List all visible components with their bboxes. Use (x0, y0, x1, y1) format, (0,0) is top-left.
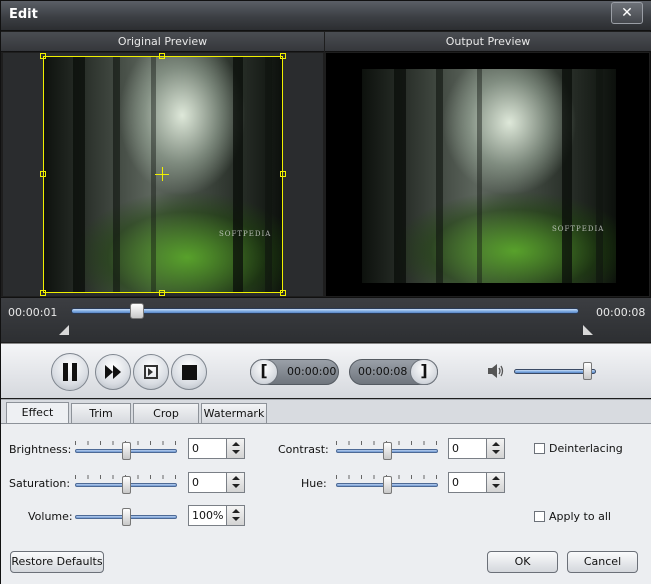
speaker-icon[interactable] (487, 363, 505, 379)
trim-start-time: 00:00:00 (287, 365, 337, 378)
crop-handle-left[interactable] (40, 171, 46, 177)
timeline-thumb[interactable] (130, 303, 144, 319)
ok-button[interactable]: OK (487, 551, 558, 573)
volume-value: 100% (192, 509, 224, 522)
step-frame-button[interactable] (133, 354, 169, 390)
brightness-stepper[interactable]: 0 (188, 438, 245, 459)
trim-end-time: 00:00:08 (358, 365, 408, 378)
saturation-slider[interactable] (75, 475, 177, 494)
output-preview-header: Output Preview (325, 32, 651, 52)
crop-handle-bottom[interactable] (159, 290, 165, 296)
saturation-value: 0 (192, 476, 199, 489)
set-start-button[interactable]: [ (250, 359, 278, 385)
brightness-knob[interactable] (122, 442, 131, 460)
edit-window: Edit ✕ Original Preview Output Preview S… (0, 0, 651, 584)
tab-watermark[interactable]: Watermark (201, 403, 267, 424)
timeline-track[interactable] (71, 308, 579, 314)
hue-stepper[interactable]: 0 (448, 472, 505, 493)
crop-handle-top-left[interactable] (40, 53, 46, 59)
trim-end-marker[interactable] (583, 325, 593, 335)
hue-knob[interactable] (383, 476, 392, 494)
close-icon: ✕ (621, 5, 633, 21)
hue-label: Hue: (301, 477, 327, 490)
pause-icon (52, 354, 88, 390)
hue-up-icon (492, 476, 500, 480)
deinterlacing-checkbox[interactable] (534, 443, 545, 454)
crop-handle-right[interactable] (280, 171, 286, 177)
fast-forward-button[interactable] (95, 354, 131, 390)
output-preview-pane: SOFTPEDIA (326, 53, 649, 296)
restore-defaults-button[interactable]: Restore Defaults (10, 551, 104, 573)
crop-handle-top[interactable] (159, 53, 165, 59)
tab-crop[interactable]: Crop (133, 403, 199, 424)
set-end-button[interactable]: ] (410, 359, 438, 385)
close-button[interactable]: ✕ (611, 2, 643, 24)
crop-handle-bottom-right[interactable] (280, 290, 286, 296)
contrast-stepper[interactable]: 0 (448, 438, 505, 459)
trim-end-time-box: 00:00:08 ] (349, 359, 438, 385)
hue-slider[interactable] (336, 475, 438, 494)
saturation-stepper[interactable]: 0 (188, 472, 245, 493)
title-bar: Edit ✕ (1, 1, 651, 31)
contrast-up-icon (492, 442, 500, 446)
volume-down-icon (232, 517, 240, 521)
timeline: 00:00:01 00:00:08 (1, 297, 651, 342)
apply-to-all-label: Apply to all (549, 510, 611, 523)
stop-icon (172, 355, 206, 389)
fast-forward-icon (96, 355, 130, 389)
crop-handle-bottom-left[interactable] (40, 290, 46, 296)
saturation-label: Saturation: (9, 477, 71, 490)
contrast-value: 0 (452, 442, 459, 455)
contrast-knob[interactable] (383, 442, 392, 460)
volume-stepper[interactable]: 100% (188, 505, 245, 526)
tab-bar: Effect Trim Crop Watermark (1, 399, 651, 424)
contrast-slider[interactable] (336, 441, 438, 460)
cancel-button[interactable]: Cancel (567, 551, 638, 573)
volume-slider[interactable] (75, 507, 177, 526)
contrast-label: Contrast: (278, 443, 329, 456)
brightness-down-icon (232, 450, 240, 454)
stop-button[interactable] (171, 354, 207, 390)
playback-controls: [ 00:00:00 00:00:08 ] (1, 343, 651, 398)
tab-effect[interactable]: Effect (6, 402, 69, 424)
saturation-down-icon (232, 484, 240, 488)
hue-down-icon (492, 484, 500, 488)
saturation-up-icon (232, 476, 240, 480)
output-preview-image: SOFTPEDIA (362, 69, 616, 283)
brightness-slider[interactable] (75, 441, 177, 460)
step-frame-icon (134, 355, 168, 389)
original-preview-header: Original Preview (1, 32, 324, 52)
softpedia-watermark-output: SOFTPEDIA (552, 225, 605, 233)
pause-button[interactable] (51, 353, 89, 391)
tab-trim[interactable]: Trim (71, 403, 131, 424)
crop-handle-top-right[interactable] (280, 53, 286, 59)
crop-frame[interactable] (40, 53, 286, 296)
trim-start-time-box: [ 00:00:00 (250, 359, 339, 385)
window-title: Edit (9, 7, 38, 22)
hue-value: 0 (452, 476, 459, 489)
volume-up-icon (232, 509, 240, 513)
trim-start-marker[interactable] (59, 325, 69, 335)
volume-thumb[interactable] (583, 362, 592, 380)
brightness-value: 0 (192, 442, 199, 455)
contrast-down-icon (492, 450, 500, 454)
saturation-knob[interactable] (122, 476, 131, 494)
timeline-start-time: 00:00:01 (8, 306, 58, 319)
timeline-end-time: 00:00:08 (596, 306, 646, 319)
apply-to-all-checkbox[interactable] (534, 511, 545, 522)
effect-panel: Brightness: 0 Contrast: 0 Deinterlacing … (1, 423, 651, 584)
volume-knob[interactable] (122, 508, 131, 526)
deinterlacing-label: Deinterlacing (549, 442, 623, 455)
brightness-label: Brightness: (9, 443, 72, 456)
brightness-up-icon (232, 442, 240, 446)
volume-label: Volume: (28, 510, 73, 523)
